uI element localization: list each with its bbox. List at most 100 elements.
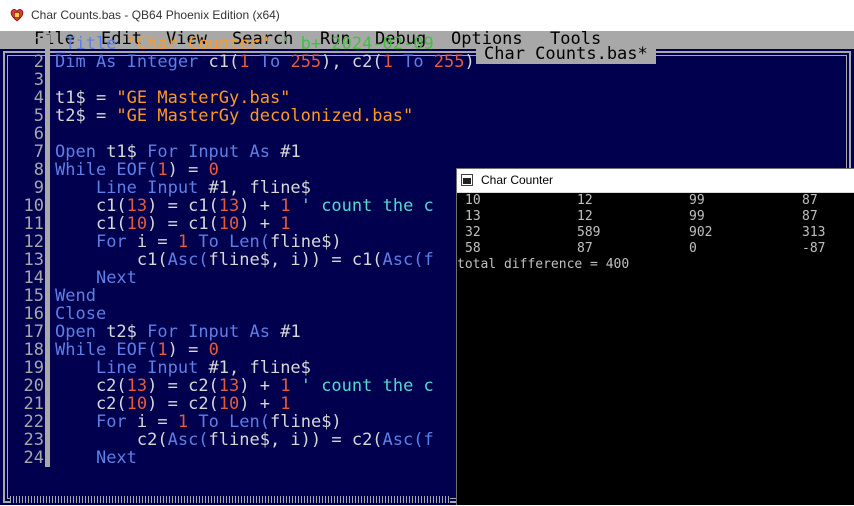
output-cell: 58 xyxy=(465,241,481,256)
code-token: fline$) xyxy=(270,412,342,432)
code-token: ) + xyxy=(239,214,281,234)
output-cell: 99 xyxy=(689,193,705,208)
code-token: ) + xyxy=(239,196,281,216)
output-window: Char Counter 10 12 99 87 13 12 99 87 32 … xyxy=(456,168,854,505)
code-token: t1$ xyxy=(106,142,148,162)
code-token: 1 xyxy=(382,52,393,72)
line-number: 10 xyxy=(23,196,44,216)
line-number: 22 xyxy=(23,412,44,432)
gutter-separator xyxy=(45,35,50,53)
code-token: Asc(f xyxy=(382,250,434,270)
code-token: 10 xyxy=(126,214,148,234)
code-token: fline$, i)) = c1( xyxy=(208,250,383,270)
output-window-title-bar[interactable]: Char Counter xyxy=(457,169,854,193)
line-number: 5 xyxy=(33,106,44,126)
output-cell: 87 xyxy=(802,193,818,208)
code-token: 1 xyxy=(157,160,168,180)
code-token: 1 xyxy=(239,52,250,72)
code-token: c1( xyxy=(55,196,127,216)
line-number: 11 xyxy=(23,214,44,234)
gutter-separator xyxy=(45,179,50,197)
code-token: 10 xyxy=(218,394,240,414)
code-token: Open xyxy=(55,322,107,342)
line-number: 23 xyxy=(23,430,44,450)
code-token: 1 xyxy=(280,214,291,234)
code-token: To xyxy=(392,52,434,72)
output-cell: 589 xyxy=(577,225,601,240)
code-token: #1 xyxy=(280,142,301,162)
horizontal-scrollbar[interactable] xyxy=(10,496,450,503)
line-number: 20 xyxy=(23,376,44,396)
code-token: Next xyxy=(95,448,137,468)
code-token: "GE MasterGy.bas" xyxy=(116,88,291,108)
gutter-separator xyxy=(45,107,50,125)
code-token: 1 xyxy=(157,340,168,360)
code-token: ) = c1( xyxy=(147,196,219,216)
code-token: ) = c1( xyxy=(147,214,219,234)
line-number: 7 xyxy=(33,142,44,162)
line-number: 8 xyxy=(33,160,44,180)
code-token: c2( xyxy=(55,430,168,450)
code-token: #1, fline$ xyxy=(208,178,311,198)
line-number: 13 xyxy=(23,250,44,270)
code-token: 13 xyxy=(218,376,240,396)
output-row: 58 87 0 -87 xyxy=(457,241,854,258)
code-token: While EOF( xyxy=(55,160,158,180)
code-line[interactable]: 3 xyxy=(10,71,854,89)
console-icon xyxy=(461,174,473,186)
code-token: ) = xyxy=(167,160,209,180)
code-token: Line Input xyxy=(95,178,209,198)
gutter-separator xyxy=(45,359,50,377)
code-token: Next xyxy=(95,268,137,288)
output-cell: 313 xyxy=(802,225,826,240)
output-cell: 13 xyxy=(465,209,481,224)
code-token: fline$) xyxy=(270,232,342,252)
code-token: c1( xyxy=(55,214,127,234)
line-number: 1 xyxy=(33,35,44,54)
line-number: 6 xyxy=(33,124,44,144)
code-token: 0 xyxy=(208,340,219,360)
code-token: t2$ = xyxy=(55,106,117,126)
output-cell: 902 xyxy=(689,225,713,240)
code-line[interactable]: 2 Dim As Integer c1(1 To 255), c2(1 To 25… xyxy=(10,53,854,71)
code-token: 255 xyxy=(290,52,322,72)
gutter-separator xyxy=(45,431,50,449)
gutter-separator xyxy=(45,287,50,305)
gutter-separator xyxy=(45,71,50,89)
code-token: ) = xyxy=(167,340,209,360)
gutter-separator xyxy=(45,215,50,233)
code-token: i = xyxy=(136,412,178,432)
code-token: 13 xyxy=(126,196,148,216)
output-cell: 0 xyxy=(689,241,697,256)
qb64-icon xyxy=(10,9,24,22)
gutter-separator xyxy=(45,89,50,107)
code-token: 13 xyxy=(126,376,148,396)
line-number: 19 xyxy=(23,358,44,378)
code-line[interactable]: 1 _Title "Char Counter" ' b+ 2024-02-09 xyxy=(10,35,854,53)
output-cell: 32 xyxy=(465,225,481,240)
code-line[interactable]: 4 t1$ = "GE MasterGy.bas" xyxy=(10,89,854,107)
code-line[interactable]: 6 xyxy=(10,125,854,143)
code-token: While EOF( xyxy=(55,340,158,360)
line-number: 9 xyxy=(33,178,44,198)
window-title-bar[interactable]: Char Counts.bas - QB64 Phoenix Edition (… xyxy=(0,0,854,31)
code-line[interactable]: 5 t2$ = "GE MasterGy decolonized.bas" xyxy=(10,107,854,125)
code-token: Dim As Integer xyxy=(55,52,209,72)
code-token: ) + xyxy=(239,394,281,414)
gutter-separator xyxy=(45,53,50,71)
line-number: 4 xyxy=(33,88,44,108)
output-row: 32 589 902 313 xyxy=(457,225,854,242)
line-number: 18 xyxy=(23,340,44,360)
code-line[interactable]: 7 Open t1$ For Input As #1 xyxy=(10,143,854,161)
output-cell: 12 xyxy=(577,193,593,208)
gutter-separator xyxy=(45,395,50,413)
code-token: ) xyxy=(464,52,475,72)
line-number: 24 xyxy=(23,448,44,468)
code-token: 1 xyxy=(177,232,189,252)
code-token: ) = c2( xyxy=(147,394,219,414)
code-token: 1 xyxy=(280,394,291,414)
gutter-separator xyxy=(45,251,50,269)
code-token: To xyxy=(249,52,291,72)
